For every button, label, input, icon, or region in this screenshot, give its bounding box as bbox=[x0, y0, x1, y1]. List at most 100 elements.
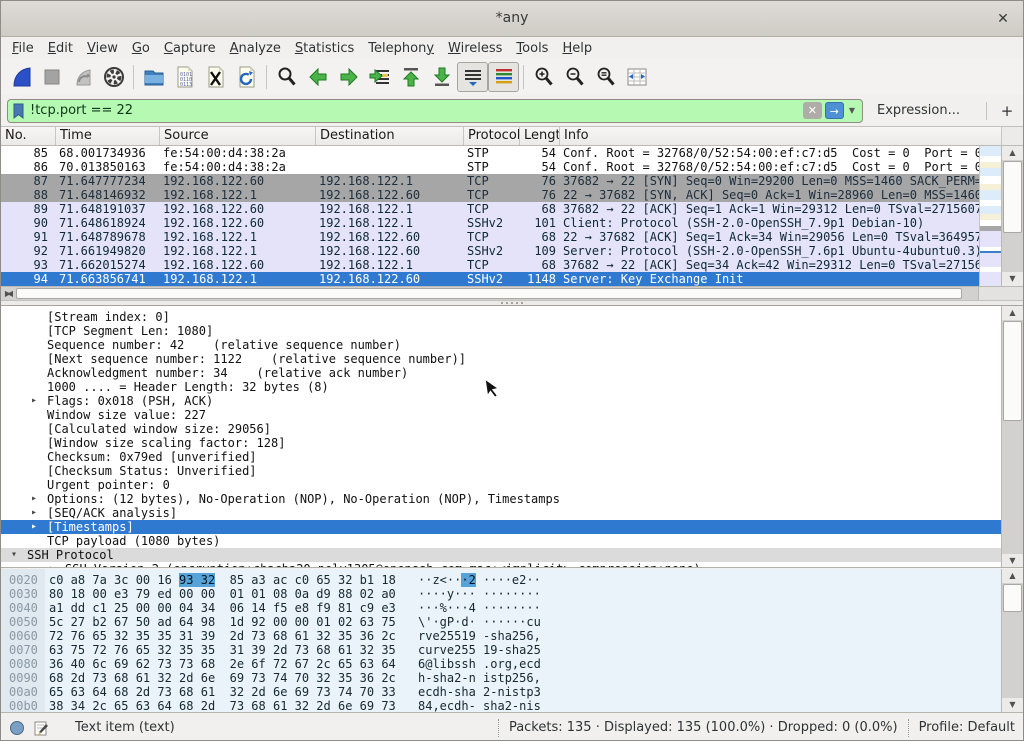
detail-row[interactable]: ▾SSH Protocol bbox=[1, 548, 1003, 562]
scroll-thumb[interactable] bbox=[1003, 321, 1022, 421]
menu-capture[interactable]: Capture bbox=[157, 39, 223, 58]
scroll-down-icon[interactable]: ▼ bbox=[1002, 698, 1023, 712]
scroll-thumb[interactable] bbox=[1003, 584, 1022, 612]
detail-row[interactable]: [Calculated window size: 29056] bbox=[1, 422, 1003, 436]
menu-go[interactable]: Go bbox=[125, 39, 157, 58]
menu-wireless[interactable]: Wireless bbox=[441, 39, 509, 58]
packet-row[interactable]: 9071.648618924192.168.122.60192.168.122.… bbox=[1, 216, 979, 230]
display-filter-input[interactable]: !tcp.port == 22 ✕ → ▼ bbox=[7, 99, 863, 123]
packet-row[interactable]: 8771.647777234192.168.122.60192.168.122.… bbox=[1, 174, 979, 188]
expand-arrow-icon[interactable]: ▸ bbox=[31, 506, 37, 520]
detail-row[interactable]: [Next sequence number: 1122 (relative se… bbox=[1, 352, 1003, 366]
hex-bytes[interactable]: a1 dd c1 25 00 00 04 34 06 14 f5 e8 f9 8… bbox=[49, 601, 396, 615]
filter-apply-button[interactable]: → bbox=[825, 102, 844, 119]
detail-row[interactable]: ▸[SEQ/ACK analysis] bbox=[1, 506, 1003, 520]
detail-row[interactable]: Window size value: 227 bbox=[1, 408, 1003, 422]
packet-row[interactable]: 8971.648191037192.168.122.60192.168.122.… bbox=[1, 202, 979, 216]
hex-row[interactable]: 007063 75 72 76 65 32 35 35 31 39 2d 73 … bbox=[1, 643, 1003, 657]
expand-arrow-icon[interactable]: ▸ bbox=[31, 520, 37, 534]
menu-tools[interactable]: Tools bbox=[509, 39, 555, 58]
hex-ascii[interactable]: ··z<···2 ····e2·· bbox=[418, 573, 541, 587]
hex-ascii[interactable]: ····y··· ········ bbox=[418, 587, 541, 601]
hex-bytes[interactable]: 38 34 2c 65 63 64 68 2d 73 68 61 32 2d 6… bbox=[49, 699, 396, 712]
hex-ascii[interactable]: h-sha2-n istp256, bbox=[418, 671, 541, 685]
column-header-no[interactable]: No. bbox=[1, 127, 56, 145]
hex-row[interactable]: 006072 76 65 32 35 35 31 39 2d 73 68 61 … bbox=[1, 629, 1003, 643]
expand-arrow-icon[interactable]: ▸ bbox=[31, 492, 37, 506]
hex-bytes[interactable]: 68 2d 73 68 61 32 2d 6e 69 73 74 70 32 3… bbox=[49, 671, 396, 685]
profile-text[interactable]: Profile: Default bbox=[919, 720, 1015, 735]
scroll-thumb[interactable] bbox=[16, 288, 962, 299]
detail-row[interactable]: [Checksum Status: Unverified] bbox=[1, 464, 1003, 478]
expand-arrow-icon[interactable]: ▸ bbox=[49, 562, 55, 568]
column-header-length[interactable]: Length bbox=[520, 127, 560, 145]
detail-row[interactable]: Acknowledgment number: 34 (relative ack … bbox=[1, 366, 1003, 380]
hex-ascii[interactable]: ecdh-sha 2-nistp3 bbox=[418, 685, 541, 699]
hex-row[interactable]: 00b038 34 2c 65 63 64 68 2d 73 68 61 32 … bbox=[1, 699, 1003, 712]
packet-row[interactable]: 9471.663856741192.168.122.1192.168.122.6… bbox=[1, 272, 979, 286]
hex-ascii[interactable]: 84,ecdh- sha2-nis bbox=[418, 699, 541, 712]
menu-file[interactable]: File bbox=[5, 39, 41, 58]
details-vscrollbar[interactable]: ▲ ▼ bbox=[1001, 306, 1023, 568]
file-reload-button[interactable] bbox=[231, 62, 262, 92]
menu-view[interactable]: View bbox=[80, 39, 125, 58]
menu-help[interactable]: Help bbox=[555, 39, 599, 58]
hex-bytes[interactable]: c0 a8 7a 3c 00 16 93 32 85 a3 ac c0 65 3… bbox=[49, 573, 396, 587]
packet-row[interactable]: 9171.648789678192.168.122.1192.168.122.6… bbox=[1, 230, 979, 244]
file-save-button[interactable]: 010101100113 bbox=[169, 62, 200, 92]
packet-list-header[interactable]: No.TimeSourceDestinationProtocolLengthIn… bbox=[1, 127, 1003, 146]
zoom-in-button[interactable] bbox=[528, 62, 559, 92]
hex-ascii[interactable]: curve255 19-sha25 bbox=[418, 643, 541, 657]
detail-row[interactable]: Sequence number: 42 (relative sequence n… bbox=[1, 338, 1003, 352]
packet-list-hscrollbar[interactable]: ◀ ▶ bbox=[1, 286, 979, 300]
filter-clear-button[interactable]: ✕ bbox=[803, 102, 822, 119]
hex-row[interactable]: 0040a1 dd c1 25 00 00 04 34 06 14 f5 e8 … bbox=[1, 601, 1003, 615]
packet-row[interactable]: 8871.648146932192.168.122.1192.168.122.6… bbox=[1, 188, 979, 202]
column-header-destination[interactable]: Destination bbox=[316, 127, 464, 145]
capture-start-button[interactable] bbox=[5, 62, 36, 92]
filter-value[interactable]: !tcp.port == 22 bbox=[25, 103, 800, 118]
column-header-time[interactable]: Time bbox=[56, 127, 160, 145]
packet-minimap[interactable] bbox=[979, 146, 1001, 286]
bytes-vscrollbar[interactable]: ▲ ▼ bbox=[1001, 569, 1023, 712]
capture-options-button[interactable] bbox=[98, 62, 129, 92]
column-header-source[interactable]: Source bbox=[160, 127, 316, 145]
expert-info-icon[interactable] bbox=[9, 720, 25, 736]
go-first-button[interactable] bbox=[395, 62, 426, 92]
hex-bytes[interactable]: 65 63 64 68 2d 73 68 61 32 2d 6e 69 73 7… bbox=[49, 685, 396, 699]
zoom-reset-button[interactable] bbox=[590, 62, 621, 92]
expand-arrow-icon[interactable]: ▸ bbox=[31, 394, 37, 408]
detail-row[interactable]: Urgent pointer: 0 bbox=[1, 478, 1003, 492]
packet-list-vscrollbar[interactable]: ▲ ▼ bbox=[1001, 146, 1023, 286]
hex-row[interactable]: 009068 2d 73 68 61 32 2d 6e 69 73 74 70 … bbox=[1, 671, 1003, 685]
go-last-button[interactable] bbox=[426, 62, 457, 92]
filter-dropdown-icon[interactable]: ▼ bbox=[849, 106, 855, 115]
column-header-protocol[interactable]: Protocol bbox=[464, 127, 520, 145]
detail-row[interactable]: ▸SSH Version 2 (encryption:chacha20_poly… bbox=[1, 562, 1003, 568]
colorize-button[interactable] bbox=[488, 62, 519, 92]
menu-telephony[interactable]: Telephony bbox=[361, 39, 441, 58]
hex-bytes[interactable]: 63 75 72 76 65 32 35 35 31 39 2d 73 68 6… bbox=[49, 643, 396, 657]
packet-row[interactable]: 9371.662015274192.168.122.60192.168.122.… bbox=[1, 258, 979, 272]
scroll-up-icon[interactable]: ▲ bbox=[1002, 306, 1023, 320]
hex-row[interactable]: 00a065 63 64 68 2d 73 68 61 32 2d 6e 69 … bbox=[1, 685, 1003, 699]
menu-analyze[interactable]: Analyze bbox=[223, 39, 288, 58]
capture-restart-button[interactable] bbox=[67, 62, 98, 92]
hex-bytes[interactable]: 72 76 65 32 35 35 31 39 2d 73 68 61 32 3… bbox=[49, 629, 396, 643]
detail-row[interactable]: Checksum: 0x79ed [unverified] bbox=[1, 450, 1003, 464]
zoom-out-button[interactable] bbox=[559, 62, 590, 92]
capture-comment-icon[interactable] bbox=[33, 720, 49, 736]
scroll-up-icon[interactable]: ▲ bbox=[1002, 146, 1023, 160]
bookmark-icon[interactable] bbox=[11, 102, 25, 120]
menu-statistics[interactable]: Statistics bbox=[288, 39, 361, 58]
add-filter-button[interactable]: + bbox=[997, 102, 1017, 120]
detail-row[interactable]: [Window size scaling factor: 128] bbox=[1, 436, 1003, 450]
expand-arrow-icon[interactable]: ▾ bbox=[11, 548, 17, 562]
detail-row[interactable]: ▸Flags: 0x018 (PSH, ACK) bbox=[1, 394, 1003, 408]
go-to-packet-button[interactable] bbox=[364, 62, 395, 92]
packet-row[interactable]: 9271.661949820192.168.122.1192.168.122.6… bbox=[1, 244, 979, 258]
scroll-down-icon[interactable]: ▼ bbox=[1002, 554, 1023, 568]
go-back-button[interactable] bbox=[302, 62, 333, 92]
hex-ascii[interactable]: 6@libssh .org,ecd bbox=[418, 657, 541, 671]
file-open-button[interactable] bbox=[138, 62, 169, 92]
